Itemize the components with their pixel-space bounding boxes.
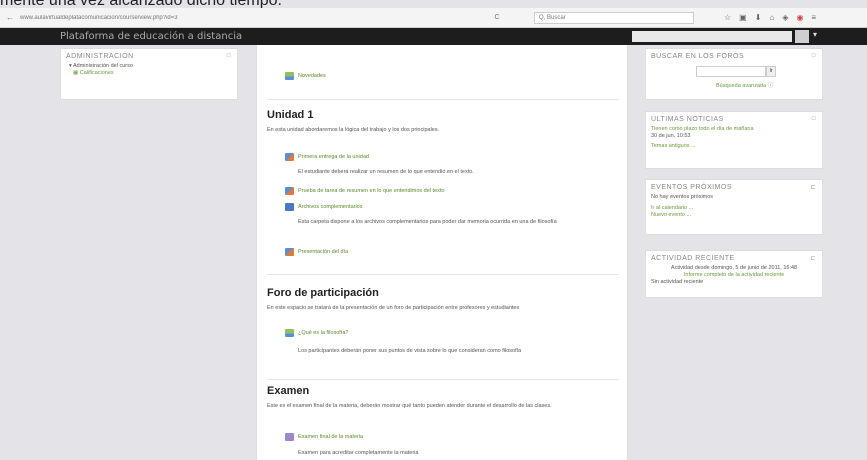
download-icon[interactable]: ⬇ — [755, 13, 762, 22]
activity-item[interactable]: Prueba de tarea de resumen en lo que ent… — [285, 187, 444, 195]
grades-link[interactable]: ▦ Calificaciones — [61, 70, 237, 77]
upcoming-events-title: EVENTOS PRÓXIMOS — [651, 184, 732, 191]
administration-title: ADMINISTRACIÓN — [66, 53, 134, 60]
browser-icons: ☆ ▣ ⬇ ⌂ ◈ ◉ ≡ — [724, 13, 816, 22]
folder-icon — [285, 203, 294, 211]
news-item-date: 30 de jun, 10:53 — [651, 133, 691, 139]
section-title: Unidad 1 — [267, 109, 314, 121]
activity-description: Los participantes deberán poner sus punt… — [298, 348, 522, 354]
recent-since-text: Actividad desde domingo, 5 de junio de 2… — [670, 265, 798, 271]
block-toggle-icon[interactable]: □ — [227, 53, 231, 60]
block-toggle-icon[interactable]: □ — [812, 53, 816, 60]
go-to-calendar-link[interactable]: Ir al calendario ... — [646, 205, 822, 212]
section-summary: En este espacio se tratará de la present… — [267, 305, 520, 311]
activity-description: Examen para acreditar completamente la m… — [298, 450, 419, 456]
section-summary: En esta unidad abordaremos la lógica del… — [267, 127, 440, 133]
activity-description: El estudiante deberá realizar un resumen… — [298, 169, 474, 175]
avatar[interactable] — [795, 30, 809, 43]
caption-text: mente una vez alcanzado dicho tiempo. — [0, 0, 282, 8]
new-event-link[interactable]: Nuevo evento ... — [646, 212, 822, 219]
reload-icon[interactable]: C — [490, 14, 504, 21]
section-examen: Examen Este es el examen final de la mat… — [267, 379, 619, 460]
grades-icon: ▦ — [73, 70, 79, 76]
home-icon[interactable]: ⌂ — [769, 13, 774, 22]
forum-icon — [285, 72, 294, 80]
full-report-link[interactable]: Informe completo de la actividad recient… — [646, 272, 822, 279]
pocket-icon[interactable]: ◈ — [782, 13, 788, 22]
activity-item[interactable]: ¿Qué es la filosofía? — [285, 329, 348, 337]
advanced-search-link[interactable]: Búsqueda avanzada ⓘ — [711, 83, 778, 90]
help-icon[interactable]: ⓘ — [768, 83, 774, 89]
no-recent-activity-text: Sin actividad reciente — [651, 279, 704, 285]
older-topics-link[interactable]: Temas antiguos ... — [646, 143, 822, 150]
section-title: Examen — [267, 385, 310, 397]
no-events-text: No hay eventos próximos — [651, 194, 714, 200]
recent-activity-block: ACTIVIDAD RECIENTE ⊏ Actividad desde dom… — [645, 250, 823, 298]
back-icon[interactable]: ← — [0, 13, 20, 22]
news-item-link[interactable]: Tienen como plazo todo el día de mañana — [646, 126, 822, 133]
administration-block: ADMINISTRACIÓN □ ▾ Administración del cu… — [60, 48, 238, 100]
book-icon — [285, 248, 294, 256]
activity-description: Esta carpeta dispone a los archivos comp… — [298, 219, 557, 225]
shield-icon[interactable]: ◉ — [796, 13, 803, 22]
section-title: Foro de participación — [267, 287, 379, 299]
block-toggle-icon[interactable]: ⊏ — [810, 255, 816, 262]
activity-item[interactable]: Archivos complementarios — [285, 203, 363, 211]
course-content: Novedades Unidad 1 En esta unidad aborda… — [256, 45, 628, 460]
address-bar[interactable]: www.aulavirtualdeplatacomunicacion/cours… — [20, 15, 490, 21]
site-navbar: Plataforma de educación a distancia ▾ — [0, 28, 867, 45]
section-summary: Este es el examen final de la materia, d… — [267, 403, 552, 409]
course-admin-item[interactable]: ▾ Administración del curso — [61, 63, 237, 70]
latest-news-block: ÚLTIMAS NOTICIAS □ Tienen como plazo tod… — [645, 111, 823, 169]
search-forums-input[interactable] — [696, 66, 766, 77]
browser-search-input[interactable]: Q, Buscar — [534, 11, 694, 24]
menu-icon[interactable]: ≡ — [811, 13, 816, 22]
activity-item[interactable]: Primera entrega de la unidad — [285, 153, 369, 161]
site-name[interactable]: Plataforma de educación a distancia — [60, 31, 242, 42]
browser-toolbar: ← www.aulavirtualdeplatacomunicacion/cou… — [0, 8, 867, 28]
section-foro: Foro de participación En este espacio se… — [267, 274, 619, 379]
latest-news-title: ÚLTIMAS NOTICIAS — [651, 116, 724, 123]
activity-item[interactable]: Presentación del día — [285, 248, 348, 256]
search-forums-block: BUSCAR EN LOS FOROS □ Ir Búsqueda avanza… — [645, 48, 823, 100]
assignment-icon — [285, 187, 294, 195]
forum-icon — [285, 329, 294, 337]
search-go-button[interactable]: Ir — [766, 66, 776, 77]
recent-activity-title: ACTIVIDAD RECIENTE — [651, 255, 735, 262]
user-name[interactable] — [632, 31, 792, 42]
book-icon — [285, 153, 294, 161]
news-forum-activity[interactable]: Novedades — [285, 72, 326, 80]
user-menu-icon[interactable]: ▾ — [813, 30, 817, 39]
block-toggle-icon[interactable]: □ — [812, 116, 816, 123]
activity-item[interactable]: Examen final de la materia — [285, 433, 363, 441]
block-toggle-icon[interactable]: ⊏ — [810, 184, 816, 191]
clipboard-icon[interactable]: ▣ — [739, 13, 747, 22]
star-icon[interactable]: ☆ — [724, 13, 731, 22]
search-forums-title: BUSCAR EN LOS FOROS — [651, 53, 745, 60]
upcoming-events-block: EVENTOS PRÓXIMOS ⊏ No hay eventos próxim… — [645, 179, 823, 235]
quiz-icon — [285, 433, 294, 441]
